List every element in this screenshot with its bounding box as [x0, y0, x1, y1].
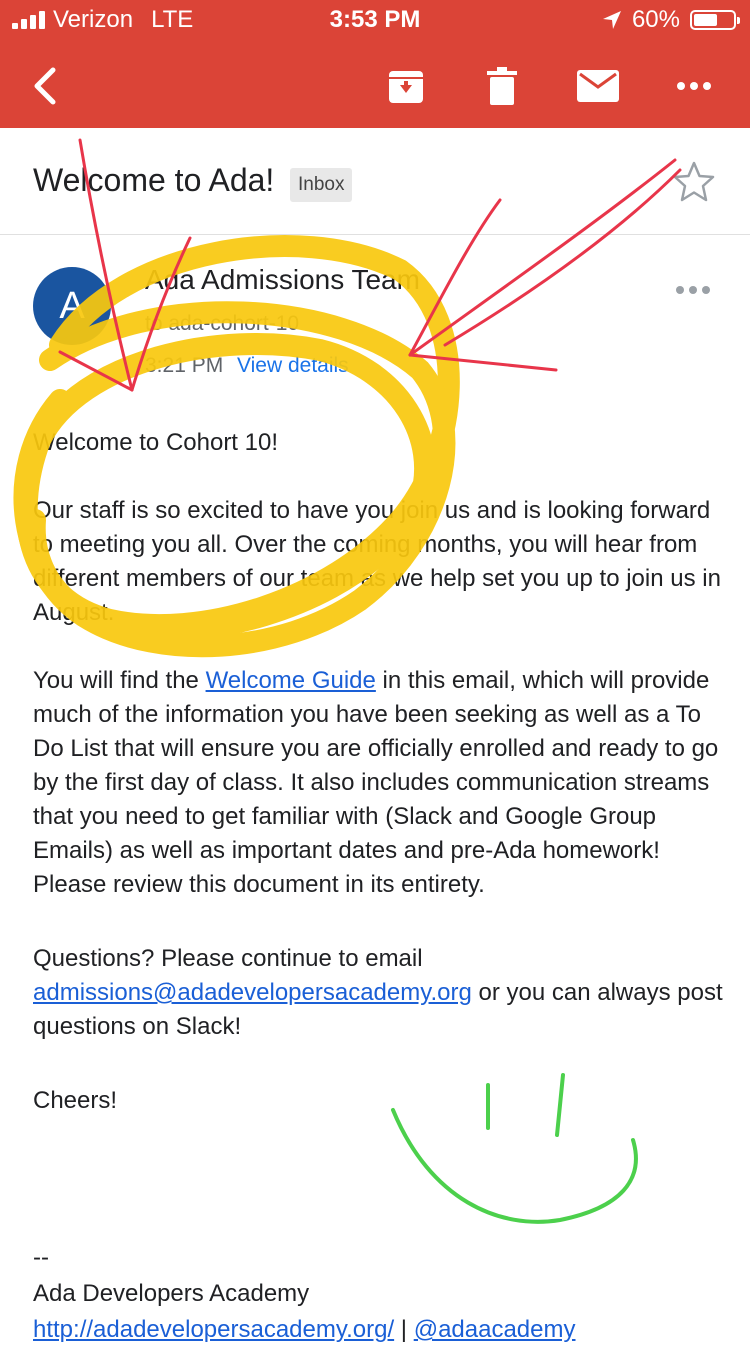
recipient-line: to ada-cohort-10 — [145, 312, 300, 335]
star-icon — [673, 161, 715, 202]
battery-icon — [690, 10, 740, 30]
sender-name: Ada Admissions Team — [145, 264, 420, 295]
message-more-button[interactable] — [676, 286, 710, 294]
guide-text-before: You will find the — [33, 667, 206, 694]
trash-icon — [487, 67, 517, 105]
sender-avatar[interactable]: A — [33, 267, 111, 345]
paragraph-intro: Our staff is so excited to have you join… — [33, 497, 721, 626]
sent-time: 3:21 PM — [145, 354, 224, 377]
questions-text-before: Questions? Please continue to email — [33, 945, 423, 972]
email-subject: Welcome to Ada! — [33, 162, 275, 198]
view-details-link[interactable]: View details — [237, 354, 349, 378]
inbox-label-badge: Inbox — [290, 168, 353, 202]
subject-header: Welcome to Ada! — [0, 128, 750, 235]
guide-text-after: in this email, which will provide much o… — [33, 667, 719, 898]
more-dot-icon — [702, 286, 710, 294]
website-link[interactable]: http://adadevelopersacademy.org/ — [33, 1316, 394, 1343]
signature-dash: -- — [33, 1244, 49, 1271]
welcome-guide-link[interactable]: Welcome Guide — [206, 667, 376, 694]
email-body: Welcome to Cohort 10! Our staff is so ex… — [33, 426, 723, 1118]
signature-name: Ada Developers Academy — [33, 1280, 310, 1307]
status-bar: Verizon LTE 3:53 PM 60% — [0, 0, 750, 40]
signoff: Cheers! — [33, 1087, 118, 1114]
back-button[interactable] — [16, 58, 72, 114]
mail-icon — [577, 70, 619, 102]
admissions-email-link[interactable]: admissions@adadevelopersacademy.org — [33, 979, 472, 1006]
signature: -- Ada Developers Academy http://adadeve… — [33, 1240, 576, 1348]
more-dot-icon — [676, 286, 684, 294]
greeting: Welcome to Cohort 10! — [33, 429, 279, 456]
archive-icon — [389, 71, 423, 103]
more-horizontal-icon — [677, 82, 711, 90]
more-dot-icon — [689, 286, 697, 294]
signature-separator: | — [394, 1316, 414, 1343]
twitter-handle-link[interactable]: @adaacademy — [414, 1316, 576, 1343]
signature-links: http://adadevelopersacademy.org/ | @adaa… — [33, 1312, 576, 1348]
paragraph-questions: Questions? Please continue to email admi… — [33, 942, 723, 1044]
back-arrow-icon — [34, 67, 56, 105]
app-bar: Verizon LTE 3:53 PM 60% — [0, 0, 750, 128]
more-options-button[interactable] — [666, 58, 722, 114]
archive-button[interactable] — [378, 58, 434, 114]
mark-unread-button[interactable] — [570, 58, 626, 114]
location-arrow-icon — [602, 11, 621, 29]
delete-button[interactable] — [474, 58, 530, 114]
battery-percent: 60% — [631, 6, 680, 33]
paragraph-guide: You will find the Welcome Guide in this … — [33, 664, 723, 902]
email-toolbar — [0, 44, 750, 128]
status-right: 60% — [602, 6, 740, 34]
star-button[interactable] — [672, 160, 716, 209]
